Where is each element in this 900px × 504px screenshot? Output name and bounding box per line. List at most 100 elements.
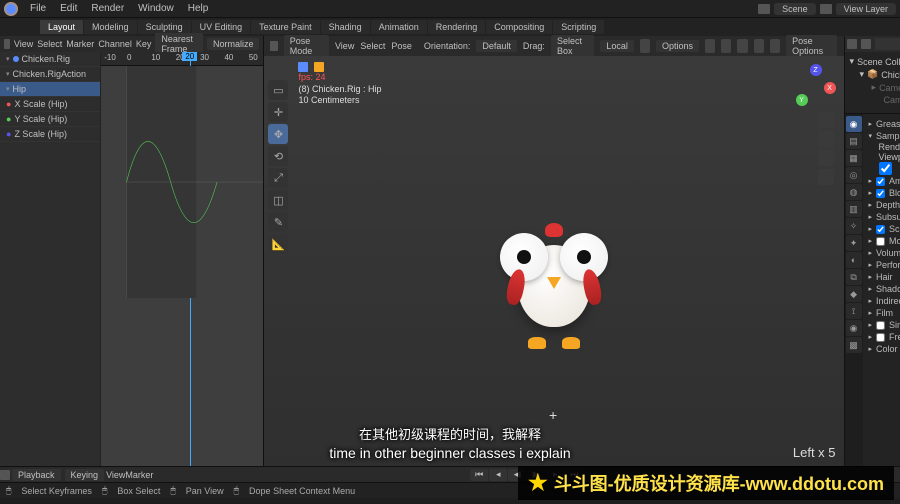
tab-uv[interactable]: UV Editing bbox=[192, 20, 251, 34]
panel-dof[interactable]: ▸Depth of Field bbox=[867, 199, 900, 211]
channel-rig[interactable]: ▾Chicken.Rig bbox=[0, 52, 100, 67]
tab-modeling[interactable]: Modeling bbox=[84, 20, 137, 34]
viewport-3d[interactable]: ▭ ✛ ✥ ⟲ ⤢ ◫ ✎ 📐 fps: 24 (8) Chicken.Rig … bbox=[264, 56, 843, 466]
tool-annotate[interactable]: ✎ bbox=[268, 212, 288, 232]
graph-menu-view[interactable]: View bbox=[14, 39, 33, 49]
panel-performance[interactable]: ▸Performance bbox=[867, 259, 900, 271]
graph-canvas[interactable]: -10 0 10 20 30 40 50 bbox=[100, 52, 263, 466]
outliner-search[interactable] bbox=[875, 38, 900, 50]
panel-volumetrics[interactable]: ▸Volumetrics bbox=[867, 247, 900, 259]
shading-rendered-icon[interactable] bbox=[770, 39, 780, 53]
play-icon[interactable]: ▶ bbox=[527, 469, 545, 481]
tab-world-icon[interactable]: ◍ bbox=[846, 184, 862, 200]
tab-viewlayer-icon[interactable]: ▦ bbox=[846, 150, 862, 166]
jump-end-icon[interactable]: ⏭ bbox=[565, 469, 583, 481]
menu-help[interactable]: Help bbox=[182, 1, 215, 16]
vp-menu-select[interactable]: Select bbox=[360, 41, 385, 51]
graph-menu-marker[interactable]: Marker bbox=[66, 39, 94, 49]
mode-selector[interactable]: Pose Mode bbox=[284, 35, 329, 57]
tab-data-icon[interactable]: ◆ bbox=[846, 286, 862, 302]
graph-editor-icon[interactable] bbox=[4, 39, 10, 49]
panel-hair[interactable]: ▸Hair bbox=[867, 271, 900, 283]
filter-icon[interactable] bbox=[861, 39, 871, 49]
channel-hip[interactable]: ▾Hip bbox=[0, 82, 100, 97]
panel-colormgmt[interactable]: ▸Color Management bbox=[867, 343, 900, 355]
graph-menu-key[interactable]: Key bbox=[136, 39, 152, 49]
panel-film[interactable]: ▸Film bbox=[867, 307, 900, 319]
shading-matprev-icon[interactable] bbox=[754, 39, 764, 53]
tool-select[interactable]: ▭ bbox=[268, 80, 288, 100]
tool-measure[interactable]: 📐 bbox=[268, 234, 288, 254]
tab-rendering[interactable]: Rendering bbox=[428, 20, 486, 34]
tl-marker[interactable]: Marker bbox=[125, 470, 153, 480]
sampling-viewport[interactable]: Viewport16 bbox=[867, 152, 900, 162]
axis-x-icon[interactable]: X bbox=[824, 82, 836, 94]
tl-view[interactable]: View bbox=[106, 470, 125, 480]
outliner-icon[interactable] bbox=[847, 39, 857, 49]
ol-chicken[interactable]: ▾📦Chicken bbox=[848, 68, 900, 81]
tl-playback[interactable]: Playback bbox=[12, 469, 61, 481]
persp-icon[interactable] bbox=[818, 169, 834, 185]
tab-constraint-icon[interactable]: ⧉ bbox=[846, 269, 862, 285]
tab-object-icon[interactable]: ▥ bbox=[846, 201, 862, 217]
menu-file[interactable]: File bbox=[24, 1, 52, 16]
viewlayer-selector[interactable]: View Layer bbox=[836, 3, 896, 15]
tab-bone-icon[interactable]: ⟟ bbox=[846, 303, 862, 319]
tool-cursor[interactable]: ✛ bbox=[268, 102, 288, 122]
vp-menu-view[interactable]: View bbox=[335, 41, 354, 51]
tab-render-icon[interactable]: ◉ bbox=[846, 116, 862, 132]
panel-indirect[interactable]: ▸Indirect Lighting bbox=[867, 295, 900, 307]
panel-grease-pencil[interactable]: ▸Grease Pencil bbox=[867, 118, 900, 130]
tab-compositing[interactable]: Compositing bbox=[486, 20, 552, 34]
pan-icon[interactable] bbox=[818, 131, 834, 147]
orientation-dropdown[interactable]: Default bbox=[476, 40, 517, 52]
axis-z-icon[interactable]: Z bbox=[810, 64, 822, 76]
shading-solid-icon[interactable] bbox=[737, 39, 747, 53]
tool-transform[interactable]: ◫ bbox=[268, 190, 288, 210]
options-popover[interactable]: Options bbox=[656, 40, 699, 52]
panel-motionblur[interactable]: ▸Motion Blur bbox=[867, 235, 900, 247]
viewport-denoising[interactable]: Viewport Denoising bbox=[867, 162, 900, 175]
panel-freestyle[interactable]: ▸Freestyle bbox=[867, 331, 900, 343]
graph-menu-channel[interactable]: Channel bbox=[98, 39, 132, 49]
menu-edit[interactable]: Edit bbox=[54, 1, 83, 16]
tab-layout[interactable]: Layout bbox=[40, 20, 83, 34]
tab-modifier-icon[interactable]: ✧ bbox=[846, 218, 862, 234]
tab-physics-icon[interactable]: ◐ bbox=[846, 252, 862, 268]
panel-ssr[interactable]: ▸Screen Space Reflections bbox=[867, 223, 900, 235]
panel-sampling[interactable]: ▾Sampling bbox=[867, 130, 900, 142]
timeline-icon[interactable] bbox=[0, 470, 10, 480]
pose-options-popover[interactable]: Pose Options bbox=[786, 35, 837, 57]
tab-animation[interactable]: Animation bbox=[371, 20, 427, 34]
channel-xscale[interactable]: ●X Scale (Hip) bbox=[0, 97, 100, 112]
tool-move[interactable]: ✥ bbox=[268, 124, 288, 144]
axis-y-icon[interactable]: Y bbox=[796, 94, 808, 106]
tab-particles-icon[interactable]: ✦ bbox=[846, 235, 862, 251]
tab-scripting[interactable]: Scripting bbox=[553, 20, 604, 34]
ol-cam[interactable]: Cam bbox=[848, 94, 900, 106]
overlay-icon[interactable] bbox=[705, 39, 715, 53]
camera-icon[interactable] bbox=[818, 150, 834, 166]
tab-texture-icon[interactable]: ▩ bbox=[846, 337, 862, 353]
tl-keying[interactable]: Keying bbox=[65, 469, 105, 481]
sampling-render[interactable]: Render32 bbox=[867, 142, 900, 152]
tool-scale[interactable]: ⤢ bbox=[268, 168, 288, 188]
tab-output-icon[interactable]: ▤ bbox=[846, 133, 862, 149]
channel-zscale[interactable]: ●Z Scale (Hip) bbox=[0, 127, 100, 142]
prev-key-icon[interactable]: ◂ bbox=[489, 469, 507, 481]
vp-menu-pose[interactable]: Pose bbox=[391, 41, 412, 51]
panel-bloom[interactable]: ▸Bloom bbox=[867, 187, 900, 199]
pivot-dropdown[interactable]: Local bbox=[600, 40, 634, 52]
menu-render[interactable]: Render bbox=[85, 1, 130, 16]
normalize-toggle[interactable]: Normalize bbox=[207, 38, 260, 50]
next-key-icon[interactable]: ▸ bbox=[546, 469, 564, 481]
tab-texpaint[interactable]: Texture Paint bbox=[251, 20, 320, 34]
jump-start-icon[interactable]: ⏮ bbox=[470, 469, 488, 481]
panel-ao[interactable]: ▸Ambient Occlusion bbox=[867, 175, 900, 187]
play-reverse-icon[interactable]: ◀ bbox=[508, 469, 526, 481]
graph-menu-select[interactable]: Select bbox=[37, 39, 62, 49]
panel-sss[interactable]: ▸Subsurface Scattering bbox=[867, 211, 900, 223]
snap-icon[interactable] bbox=[640, 39, 650, 53]
editor-type-icon[interactable] bbox=[270, 41, 277, 51]
panel-simplify[interactable]: ▸Simplify bbox=[867, 319, 900, 331]
